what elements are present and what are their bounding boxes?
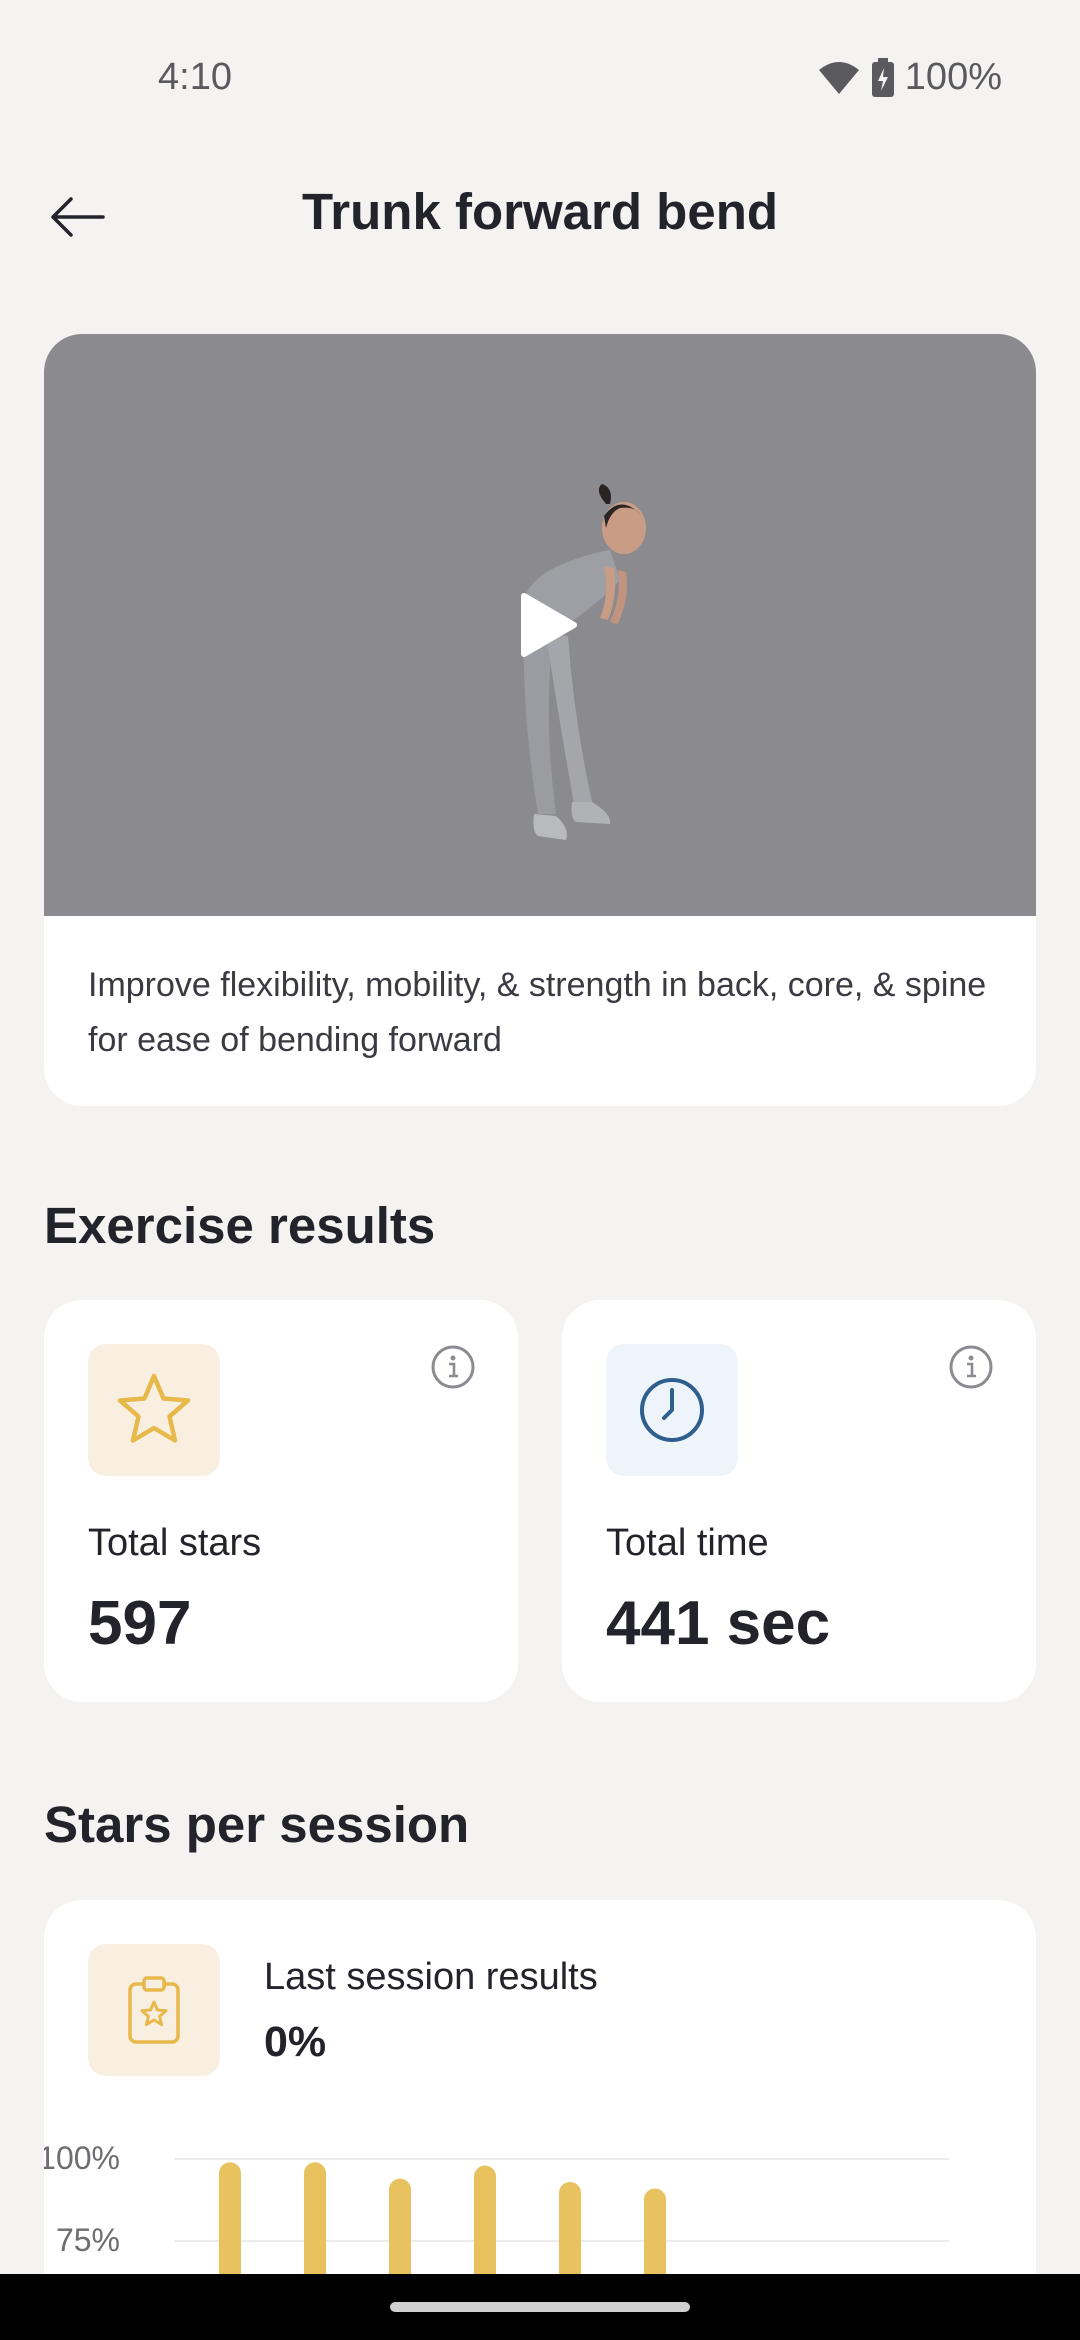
clock-icon-box [606,1344,738,1476]
play-icon[interactable] [512,590,582,660]
top-app-bar: Trunk forward bend [0,170,1080,260]
exercise-description: Improve flexibility, mobility, & strengt… [88,966,987,1059]
video-player[interactable] [44,334,1036,916]
star-icon-box [88,1344,220,1476]
exercise-video-card: Improve flexibility, mobility, & strengt… [44,334,1036,1106]
star-icon [117,1373,191,1443]
total-stars-label: Total stars [88,1522,262,1564]
clock-icon [640,1378,704,1442]
battery-percent: 100% [904,56,1002,98]
total-time-card: Total time 441 sec [562,1300,1036,1702]
page-title: Trunk forward bend [301,183,779,240]
total-time-label: Total time [606,1522,769,1564]
home-indicator[interactable] [390,2302,690,2312]
status-time: 4:10 [158,56,232,98]
status-bar: 4:10 100% [0,0,1080,120]
wifi-icon [818,61,859,94]
stars-per-session-title: Stars per session [44,1796,470,1853]
total-stars-value: 597 [88,1589,192,1658]
battery-icon [871,57,894,97]
exercise-results-title: Exercise results [44,1197,436,1254]
total-time-value: 441 sec [606,1589,831,1658]
screen: 4:10 100% Trunk forward bend Improve fle… [0,0,1080,2340]
exercise-demo-figure [522,484,646,840]
status-icons: 100% [817,56,1002,99]
system-navigation-bar [0,2274,1080,2340]
info-icon[interactable] [430,1344,476,1390]
total-stars-card: Total stars 597 [44,1300,518,1702]
info-icon[interactable] [948,1344,994,1390]
